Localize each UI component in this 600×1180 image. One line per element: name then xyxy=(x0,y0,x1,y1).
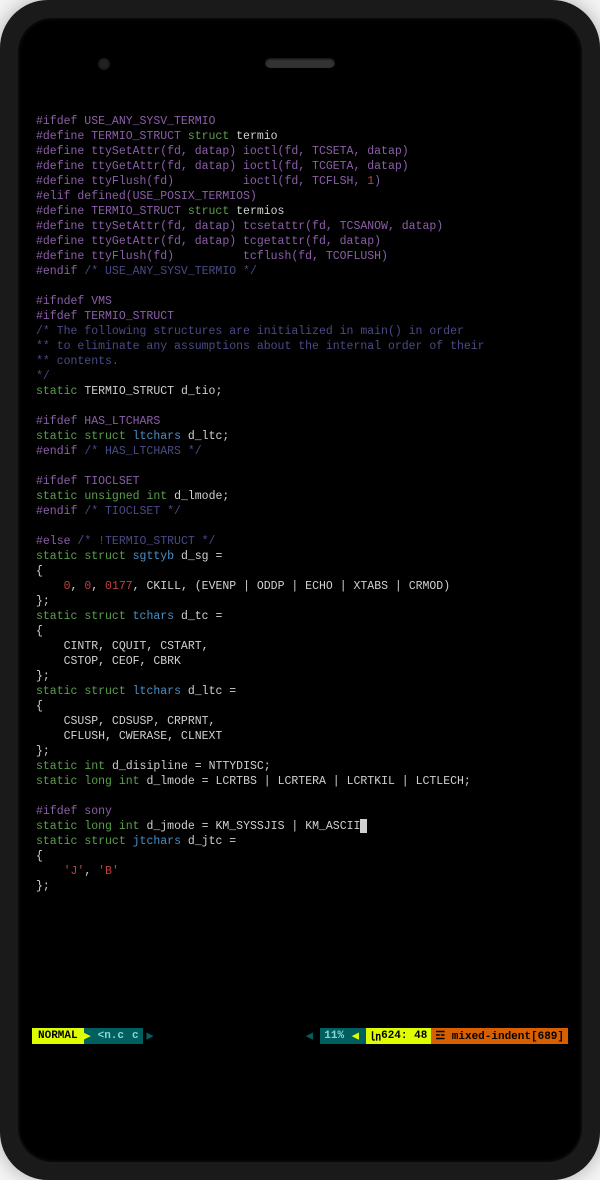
code-line[interactable]: }; xyxy=(36,744,564,759)
position-segment: ㏑ 624: 48 xyxy=(366,1028,431,1044)
cursor xyxy=(360,819,367,833)
code-line[interactable]: static long int d_jmode = KM_SYSSJIS | K… xyxy=(36,819,564,834)
separator-icon: ◀ xyxy=(302,1028,320,1044)
separator-icon: ▶ xyxy=(143,1028,161,1044)
filetype-segment: c xyxy=(128,1028,143,1044)
code-line[interactable]: }; xyxy=(36,879,564,894)
code-line[interactable]: CSTOP, CEOF, CBRK xyxy=(36,654,564,669)
code-line[interactable]: */ xyxy=(36,369,564,384)
filename-segment: <n.c xyxy=(94,1028,128,1044)
code-line[interactable]: ** to eliminate any assumptions about th… xyxy=(36,339,564,354)
mode-indicator: NORMAL xyxy=(32,1028,84,1044)
camera-icon xyxy=(98,58,110,70)
code-line[interactable]: #endif /* USE_ANY_SYSV_TERMIO */ xyxy=(36,264,564,279)
code-line[interactable] xyxy=(36,789,564,804)
code-line[interactable]: #ifdef TIOCLSET xyxy=(36,474,564,489)
code-line[interactable]: CINTR, CQUIT, CSTART, xyxy=(36,639,564,654)
code-line[interactable]: #else /* !TERMIO_STRUCT */ xyxy=(36,534,564,549)
code-line[interactable]: #ifndef VMS xyxy=(36,294,564,309)
code-line[interactable] xyxy=(36,459,564,474)
code-line[interactable]: #endif /* HAS_LTCHARS */ xyxy=(36,444,564,459)
code-line[interactable]: }; xyxy=(36,594,564,609)
code-line[interactable]: 'J', 'B' xyxy=(36,864,564,879)
separator-icon: ◀ xyxy=(348,1028,366,1044)
code-line[interactable]: 0, 0, 0177, CKILL, (EVENP | ODDP | ECHO … xyxy=(36,579,564,594)
code-line[interactable]: ** contents. xyxy=(36,354,564,369)
code-line[interactable] xyxy=(36,279,564,294)
code-line[interactable]: }; xyxy=(36,669,564,684)
code-editor[interactable]: #ifdef USE_ANY_SYSV_TERMIO#define TERMIO… xyxy=(32,106,568,902)
vim-status-bar: NORMAL ▶ <n.c c ▶ ◀ 11% ◀ ㏑ 624: 48 ☲ mi… xyxy=(32,1028,568,1044)
code-line[interactable]: #define ttySetAttr(fd, datap) ioctl(fd, … xyxy=(36,144,564,159)
status-spacer xyxy=(161,1028,303,1044)
code-line[interactable]: /* The following structures are initiali… xyxy=(36,324,564,339)
code-line[interactable]: CFLUSH, CWERASE, CLNEXT xyxy=(36,729,564,744)
code-line[interactable]: #ifdef HAS_LTCHARS xyxy=(36,414,564,429)
code-line[interactable]: static struct ltchars d_ltc = xyxy=(36,684,564,699)
code-line[interactable]: static TERMIO_STRUCT d_tio; xyxy=(36,384,564,399)
code-line[interactable]: #endif /* TIOCLSET */ xyxy=(36,504,564,519)
code-line[interactable]: #define ttyGetAttr(fd, datap) tcgetattr(… xyxy=(36,234,564,249)
code-line[interactable]: #ifdef TERMIO_STRUCT xyxy=(36,309,564,324)
code-line[interactable]: { xyxy=(36,699,564,714)
code-line[interactable]: #ifdef USE_ANY_SYSV_TERMIO xyxy=(36,114,564,129)
code-line[interactable]: #define TERMIO_STRUCT struct termios xyxy=(36,204,564,219)
code-line[interactable]: static unsigned int d_lmode; xyxy=(36,489,564,504)
code-line[interactable] xyxy=(36,399,564,414)
code-line[interactable]: { xyxy=(36,624,564,639)
phone-frame: #ifdef USE_ANY_SYSV_TERMIO#define TERMIO… xyxy=(0,0,600,1180)
code-line[interactable]: { xyxy=(36,564,564,579)
code-line[interactable]: #define TERMIO_STRUCT struct termio xyxy=(36,129,564,144)
code-line[interactable]: #elif defined(USE_POSIX_TERMIOS) xyxy=(36,189,564,204)
code-line[interactable] xyxy=(36,519,564,534)
code-line[interactable]: static struct sgttyb d_sg = xyxy=(36,549,564,564)
percent-segment: 11% xyxy=(320,1028,348,1044)
code-line[interactable]: #ifdef sony xyxy=(36,804,564,819)
code-line[interactable]: #define ttyFlush(fd) tcflush(fd, TCOFLUS… xyxy=(36,249,564,264)
code-line[interactable]: { xyxy=(36,849,564,864)
lineno-icon: ㏑ xyxy=(370,1028,381,1044)
code-line[interactable]: static struct ltchars d_ltc; xyxy=(36,429,564,444)
speaker-icon xyxy=(265,58,335,68)
line-col: 624: 48 xyxy=(381,1030,427,1042)
code-line[interactable]: static struct tchars d_tc = xyxy=(36,609,564,624)
phone-bezel: #ifdef USE_ANY_SYSV_TERMIO#define TERMIO… xyxy=(18,18,582,1162)
separator-icon: ▶ xyxy=(84,1028,94,1044)
code-line[interactable]: #define ttyFlush(fd) ioctl(fd, TCFLSH, 1… xyxy=(36,174,564,189)
terminal-screen[interactable]: #ifdef USE_ANY_SYSV_TERMIO#define TERMIO… xyxy=(32,106,568,1074)
warning-segment: ☲ mixed-indent[689] xyxy=(431,1028,568,1044)
code-line[interactable]: static struct jtchars d_jtc = xyxy=(36,834,564,849)
code-line[interactable]: static long int d_lmode = LCRTBS | LCRTE… xyxy=(36,774,564,789)
code-line[interactable]: #define ttyGetAttr(fd, datap) ioctl(fd, … xyxy=(36,159,564,174)
code-line[interactable]: #define ttySetAttr(fd, datap) tcsetattr(… xyxy=(36,219,564,234)
code-line[interactable]: CSUSP, CDSUSP, CRPRNT, xyxy=(36,714,564,729)
code-line[interactable]: static int d_disipline = NTTYDISC; xyxy=(36,759,564,774)
